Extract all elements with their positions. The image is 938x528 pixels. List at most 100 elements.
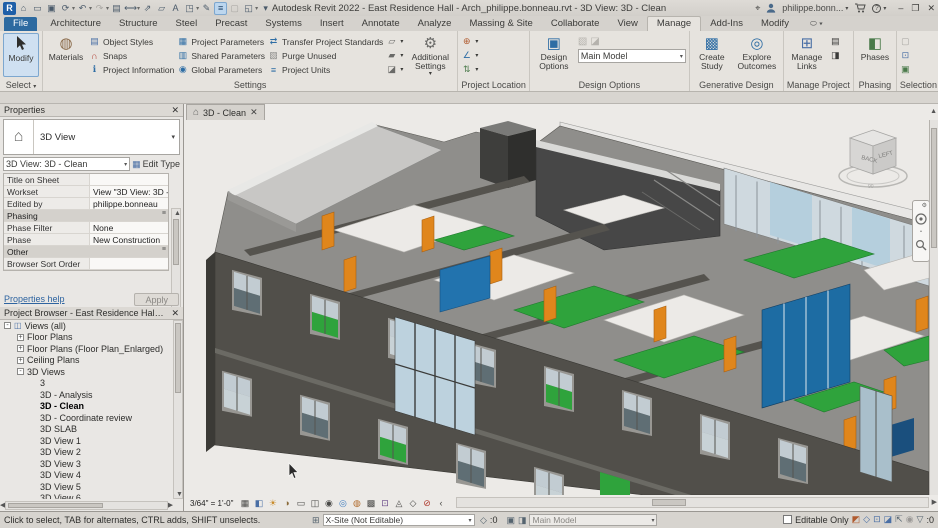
signed-in-user-button[interactable]: philippe.bonn...▾ bbox=[782, 3, 848, 13]
active-workset-select[interactable]: X-Site (Not Editable)▾ bbox=[323, 514, 475, 526]
home-button[interactable]: ⌂ bbox=[17, 2, 30, 15]
tab-manage[interactable]: Manage bbox=[647, 16, 701, 31]
tab-architecture[interactable]: Architecture bbox=[41, 17, 110, 31]
tab-file[interactable]: File bbox=[4, 17, 37, 31]
navigation-bar[interactable]: ⚙ • bbox=[912, 200, 930, 262]
close-button[interactable]: ✕ bbox=[927, 3, 935, 14]
detail-level-icon[interactable]: ▦ bbox=[238, 497, 251, 510]
default-3d-view-button[interactable]: ◳ bbox=[183, 2, 196, 15]
property-group-other[interactable]: Other≡ bbox=[4, 246, 168, 258]
tree-item-3d-clean[interactable]: 3D - Clean bbox=[0, 401, 173, 413]
reveal-constraints-icon[interactable]: ⊘ bbox=[420, 497, 433, 510]
collapse-icon[interactable]: - bbox=[17, 368, 24, 375]
browser-scrollbar-horizontal[interactable] bbox=[8, 503, 103, 508]
tab-systems[interactable]: Systems bbox=[256, 17, 310, 31]
tree-item-floor-plans[interactable]: +Floor Plans bbox=[0, 332, 173, 344]
create-study-button[interactable]: ▩ Create Study bbox=[693, 33, 731, 71]
print-button[interactable]: ▤ bbox=[110, 2, 123, 15]
modify-tab-options-icon[interactable]: ⬭ ▾ bbox=[806, 19, 827, 31]
design-options-status-icon[interactable]: ▣ bbox=[506, 515, 515, 526]
settings-project-information-button[interactable]: ℹProject Information bbox=[89, 63, 174, 76]
crop-view-icon[interactable]: ▭ bbox=[294, 497, 307, 510]
explore-outcomes-button[interactable]: ◎ Explore Outcomes bbox=[734, 33, 780, 71]
save-selection-button[interactable]: ▢ bbox=[900, 35, 911, 48]
undo-button[interactable]: ↶ bbox=[76, 2, 89, 15]
manage-images-button[interactable]: ▤ bbox=[830, 35, 841, 48]
view-tab-3d-clean[interactable]: ⌂ 3D - Clean ✕ bbox=[186, 104, 265, 120]
browser-scroll-down-icon[interactable]: ▼ bbox=[176, 491, 183, 498]
location-button[interactable]: ⊕▾ bbox=[461, 35, 478, 48]
manage-links-button[interactable]: ⊞ Manage Links bbox=[787, 33, 827, 71]
settings-project-units-button[interactable]: ≡Project Units bbox=[268, 63, 383, 76]
select-panel-label[interactable]: Select ▾ bbox=[0, 80, 42, 91]
edit-family-icon[interactable]: ◇ bbox=[863, 514, 870, 525]
editable-only-checkbox[interactable] bbox=[783, 515, 792, 524]
coordinates-button[interactable]: ∠▾ bbox=[461, 49, 478, 62]
active-design-option-select[interactable]: Main Model▾ bbox=[529, 514, 657, 526]
expand-icon[interactable]: + bbox=[17, 345, 24, 352]
user-avatar-icon[interactable] bbox=[766, 3, 776, 13]
materials-button[interactable]: ◍ Materials bbox=[46, 33, 86, 62]
view-scale-button[interactable]: 3/64" = 1'-0" bbox=[186, 498, 237, 509]
view-tab-close-icon[interactable]: ✕ bbox=[250, 107, 258, 118]
additional-settings-button[interactable]: ⚙ Additional Settings▾ bbox=[406, 33, 454, 77]
undo-button-dropdown-icon[interactable]: ▾ bbox=[89, 5, 92, 12]
tree-item-3d-view-1[interactable]: 3D View 1 bbox=[0, 435, 173, 447]
tree-item-3d-slab[interactable]: 3D SLAB bbox=[0, 424, 173, 436]
store-cart-icon[interactable] bbox=[854, 3, 866, 13]
expand-icon[interactable]: + bbox=[17, 334, 24, 341]
browser-scrollbar-vertical[interactable] bbox=[175, 323, 181, 393]
position-button[interactable]: ⇅▾ bbox=[461, 63, 478, 76]
text-button[interactable]: A bbox=[169, 2, 182, 15]
tree-item-3[interactable]: 3 bbox=[0, 378, 173, 390]
sun-path-icon[interactable]: ☀ bbox=[266, 497, 279, 510]
tab-view[interactable]: View bbox=[608, 17, 646, 31]
lock-3d-view-icon[interactable]: ◉ bbox=[322, 497, 335, 510]
tree-item-3d-analysis[interactable]: 3D - Analysis bbox=[0, 389, 173, 401]
tab-structure[interactable]: Structure bbox=[110, 17, 167, 31]
settings-transfer-project-standards-button[interactable]: ⇄Transfer Project Standards bbox=[268, 35, 383, 48]
collapse-viewbar-icon[interactable]: ‹ bbox=[434, 497, 447, 510]
load-selection-button[interactable]: ⊡ bbox=[900, 49, 911, 62]
canvas-scroll-up-icon[interactable]: ▲ bbox=[930, 108, 937, 115]
tree-item-views-all-[interactable]: -◫Views (all) bbox=[0, 320, 173, 332]
apply-button[interactable]: Apply bbox=[134, 293, 179, 306]
property-group-phasing[interactable]: Phasing≡ bbox=[4, 210, 168, 222]
zoom-tool-icon[interactable] bbox=[915, 239, 927, 251]
type-selector[interactable]: ⌂ 3D View ▾ bbox=[3, 119, 180, 155]
tab-insert[interactable]: Insert bbox=[311, 17, 353, 31]
search-icon[interactable]: ⌖ bbox=[755, 3, 760, 14]
tab-precast[interactable]: Precast bbox=[206, 17, 256, 31]
exclude-options-icon[interactable]: ◩ bbox=[852, 514, 861, 525]
switch-windows-button[interactable]: ◱ bbox=[242, 2, 255, 15]
tab-annotate[interactable]: Annotate bbox=[353, 17, 409, 31]
tree-item-floor-plans-floor-plan-enlarged-[interactable]: +Floor Plans (Floor Plan_Enlarged) bbox=[0, 343, 173, 355]
temporary-view-properties-icon[interactable]: ⊡ bbox=[378, 497, 391, 510]
thin-lines-button[interactable]: ≡ bbox=[214, 2, 227, 15]
modify-button[interactable]: Modify bbox=[3, 33, 39, 77]
tree-item-3d-view-2[interactable]: 3D View 2 bbox=[0, 447, 173, 459]
properties-help-link[interactable]: Properties help bbox=[4, 294, 65, 304]
worksharing-display-icon[interactable]: ▩ bbox=[364, 497, 377, 510]
show-crop-region-icon[interactable]: ◫ bbox=[308, 497, 321, 510]
collapse-icon[interactable]: - bbox=[4, 322, 11, 329]
viewcube[interactable]: BACK LEFT 90 bbox=[834, 124, 912, 198]
instance-selector[interactable]: 3D View: 3D - Clean▾ bbox=[3, 157, 130, 171]
properties-close-icon[interactable]: ✕ bbox=[171, 105, 179, 116]
decal-types-button[interactable]: ◨ bbox=[830, 49, 841, 62]
settings-shared-parameters-button[interactable]: ▥Shared Parameters bbox=[177, 49, 265, 62]
reveal-hidden-elements-icon[interactable]: ◍ bbox=[350, 497, 363, 510]
settings-snaps-button[interactable]: ∩Snaps bbox=[89, 49, 174, 62]
settings-global-parameters-button[interactable]: ◉Global Parameters bbox=[177, 63, 265, 76]
sync-with-central-button-dropdown-icon[interactable]: ▾ bbox=[72, 5, 75, 12]
help-button[interactable]: ?▾ bbox=[872, 4, 886, 13]
phases-button[interactable]: ◧ Phases bbox=[857, 33, 893, 62]
tree-item-3d-views[interactable]: -3D Views bbox=[0, 366, 173, 378]
customize-qat-button[interactable]: ▾ bbox=[259, 2, 272, 15]
tree-item-ceiling-plans[interactable]: +Ceiling Plans bbox=[0, 355, 173, 367]
steering-wheel-icon[interactable] bbox=[915, 213, 927, 225]
tab-analyze[interactable]: Analyze bbox=[409, 17, 461, 31]
drawing-area[interactable]: ⌂ 3D - Clean ✕ BACK LEFT 90 ⚙ • bbox=[184, 104, 938, 511]
expand-icon[interactable]: + bbox=[17, 357, 24, 364]
structural-settings-button[interactable]: ▱▾ bbox=[386, 35, 403, 48]
